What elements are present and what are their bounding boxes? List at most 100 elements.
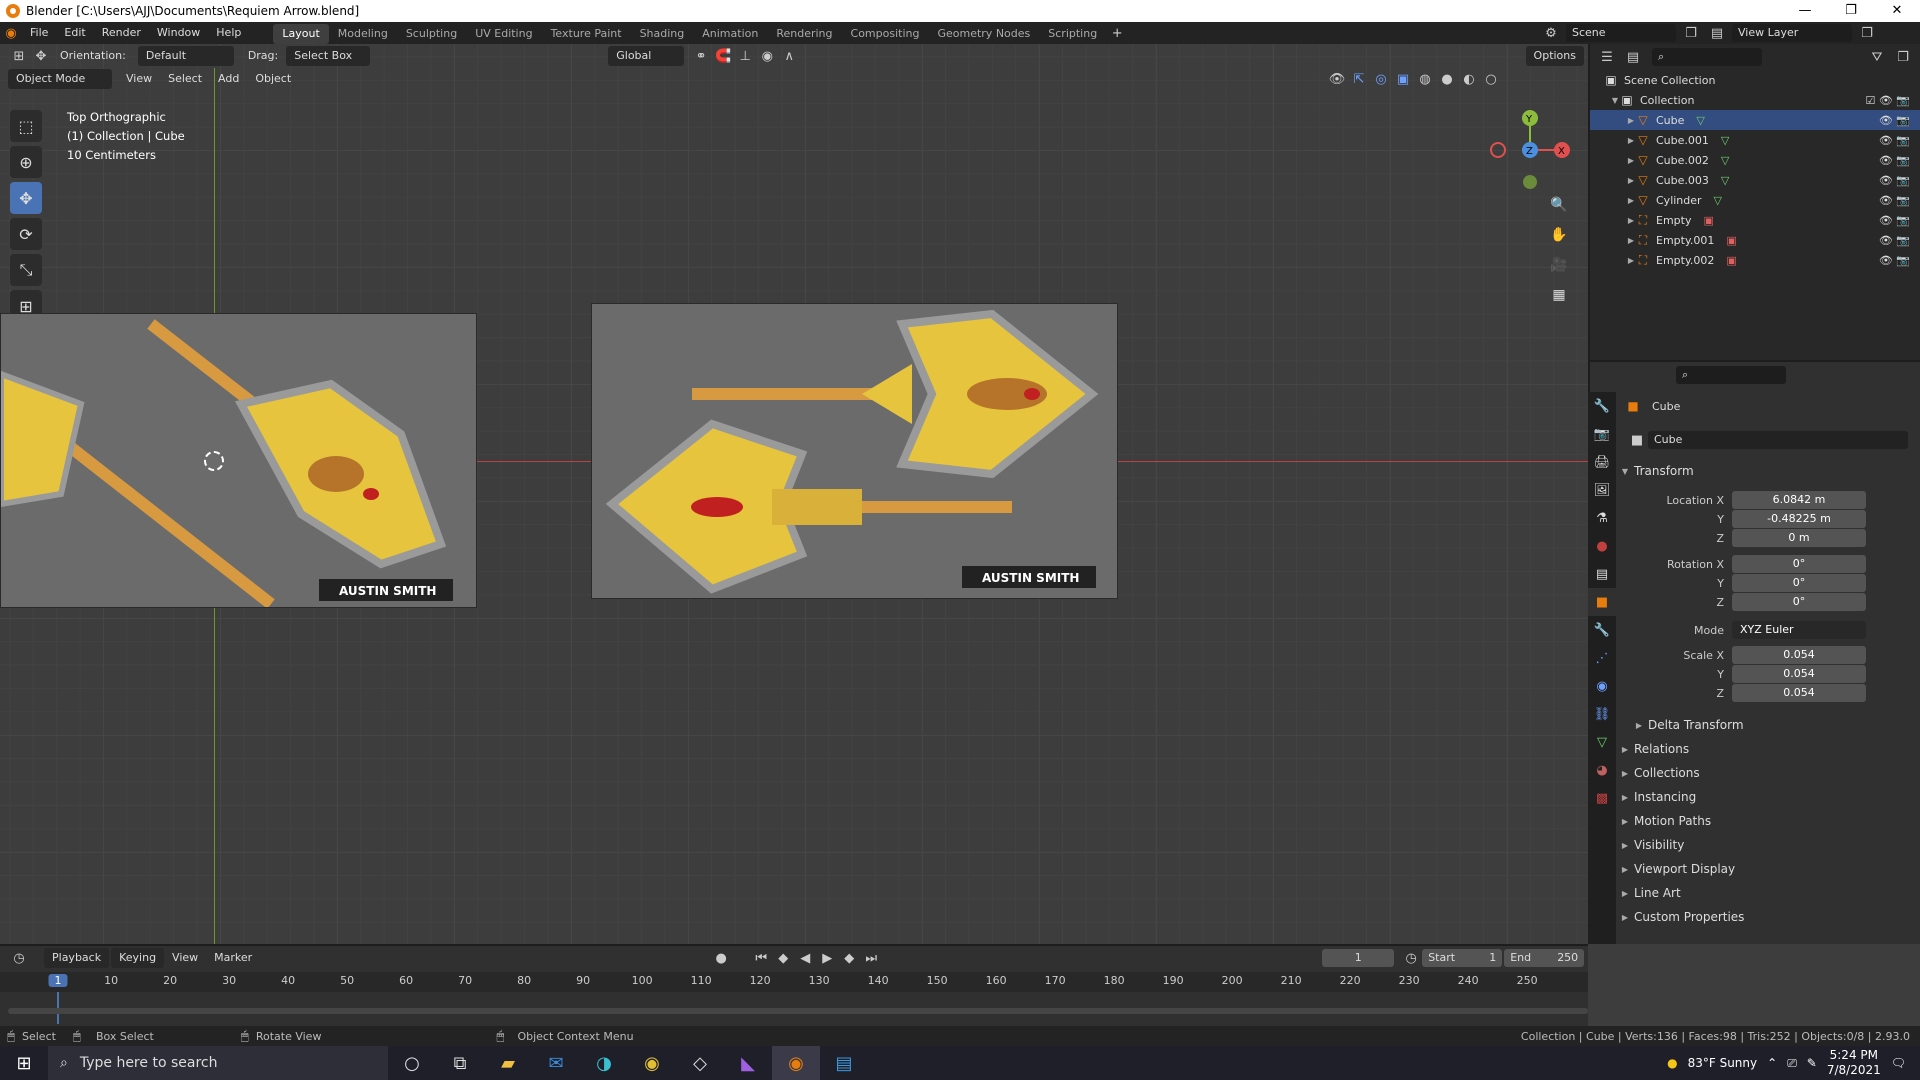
orientation-dropdown[interactable]: Default	[137, 46, 234, 66]
scene-field[interactable]: Scene	[1566, 24, 1676, 42]
view-layer-field[interactable]: View Layer	[1732, 24, 1852, 42]
particles-tab-icon[interactable]: ⋰	[1588, 644, 1616, 672]
expand-icon[interactable]: ▶	[1626, 196, 1636, 205]
rotate-tool-icon[interactable]: ⟳	[10, 218, 42, 250]
tab-uv-editing[interactable]: UV Editing	[466, 24, 541, 44]
tray-chevron-icon[interactable]: ⌃	[1767, 1056, 1777, 1070]
outliner-item[interactable]: ▶ ⛶ Empty ▣ 👁 📷	[1590, 210, 1920, 230]
tab-texture-paint[interactable]: Texture Paint	[542, 24, 631, 44]
navigation-gizmo[interactable]: Y X Z	[1480, 100, 1580, 200]
blender-taskbar-icon[interactable]: ◉	[772, 1046, 820, 1080]
outliner-item[interactable]: ▶ ▽ Cylinder ▽ 👁 📷	[1590, 190, 1920, 210]
constraints-tab-icon[interactable]: ⛓	[1588, 700, 1616, 728]
prev-key-icon[interactable]: ◆	[772, 948, 794, 968]
minimize-button[interactable]: —	[1782, 0, 1828, 22]
collection-row[interactable]: ▼ ▣ Collection ☑ 👁 📷	[1590, 90, 1920, 110]
menu-select[interactable]: Select	[160, 69, 210, 89]
property-panel-header[interactable]: ▶ Instancing	[1620, 786, 1916, 808]
clock-icon[interactable]: ◷	[1400, 948, 1422, 968]
tab-layout[interactable]: Layout	[273, 23, 329, 44]
reference-image-2[interactable]: AUSTIN SMITH	[591, 303, 1118, 599]
scene-collection-row[interactable]: ▣ Scene Collection	[1590, 70, 1920, 90]
property-panel-header[interactable]: ▶ Relations	[1620, 738, 1916, 760]
cortana-icon[interactable]: ○	[388, 1046, 436, 1080]
filter-icon[interactable]: ⛛	[1866, 47, 1888, 67]
reference-image-1[interactable]: AUSTIN SMITH	[0, 313, 477, 608]
scale-y-field[interactable]: 0.054	[1732, 665, 1866, 683]
solid-shading-icon[interactable]: ●	[1436, 69, 1458, 89]
modifier-tab-icon[interactable]: 🔧	[1588, 616, 1616, 644]
image-data-icon[interactable]: ▣	[1703, 214, 1713, 227]
pen-icon[interactable]: ✎	[1807, 1056, 1817, 1070]
timeline-ruler[interactable]: 1 10 20 30 40 50 60 70 80 90 100 110 120 130 140 150 160…	[0, 972, 1588, 992]
scale-tool-icon[interactable]: ⤡	[10, 254, 42, 286]
outliner-item[interactable]: ▶ ▽ Cube.002 ▽ 👁 📷	[1590, 150, 1920, 170]
playback-menu[interactable]: Playback	[44, 948, 110, 968]
property-panel-header[interactable]: ▶ Visibility	[1620, 834, 1916, 856]
collection-tab-icon[interactable]: ▤	[1588, 560, 1616, 588]
expand-icon[interactable]: ▶	[1626, 116, 1636, 125]
mesh-data-icon[interactable]: ▽	[1696, 114, 1704, 127]
material-shading-icon[interactable]: ◐	[1458, 69, 1480, 89]
expand-icon[interactable]: ▶	[1626, 256, 1636, 265]
texture-tab-icon[interactable]: ▩	[1588, 784, 1616, 812]
collection-visibility-icons[interactable]: ☑ 👁 📷	[1865, 94, 1910, 107]
mail-icon[interactable]: ✉	[532, 1046, 580, 1080]
outliner-item[interactable]: ▶ ▽ Cube.003 ▽ 👁 📷	[1590, 170, 1920, 190]
grid-perspective-icon[interactable]: ▦	[1546, 282, 1572, 308]
expand-icon[interactable]: ▶	[1626, 176, 1636, 185]
tool-tab-icon[interactable]: 🔧	[1588, 392, 1616, 420]
taskbar-search[interactable]: ⌕ Type here to search	[48, 1046, 388, 1080]
visibility-icons[interactable]: 👁 📷	[1879, 134, 1910, 147]
pivot-icon[interactable]: ⚭	[690, 46, 712, 66]
menu-add[interactable]: Add	[210, 69, 247, 89]
visibility-icons[interactable]: 👁 📷	[1879, 234, 1910, 247]
property-panel-header[interactable]: ▶ Line Art	[1620, 882, 1916, 904]
new-scene-icon[interactable]: ❐	[1680, 23, 1702, 43]
file-explorer-icon[interactable]: ▰	[484, 1046, 532, 1080]
weather-text[interactable]: 83°F Sunny	[1688, 1056, 1758, 1070]
visual-studio-icon[interactable]: ◣	[724, 1046, 772, 1080]
play-icon[interactable]: ▶	[816, 948, 838, 968]
property-panel-header[interactable]: ▶ Viewport Display	[1620, 858, 1916, 880]
material-tab-icon[interactable]: ◕	[1588, 756, 1616, 784]
view-layer-tab-icon[interactable]: 🖼	[1588, 476, 1616, 504]
mode-dropdown[interactable]: Object Mode	[8, 69, 112, 89]
tab-modeling[interactable]: Modeling	[329, 24, 397, 44]
rendered-shading-icon[interactable]: ○	[1480, 69, 1502, 89]
jump-start-icon[interactable]: ⏮	[750, 948, 772, 968]
falloff-icon[interactable]: ∧	[778, 46, 800, 66]
proportional-edit-icon[interactable]: ◉	[756, 46, 778, 66]
new-collection-icon[interactable]: ❐	[1892, 47, 1914, 67]
keying-menu[interactable]: Keying	[111, 948, 165, 968]
delta-transform-header[interactable]: ▶ Delta Transform	[1620, 714, 1916, 736]
play-reverse-icon[interactable]: ◀	[794, 948, 816, 968]
tab-animation[interactable]: Animation	[693, 24, 767, 44]
task-view-icon[interactable]: ⧉	[436, 1046, 484, 1080]
snap-target-icon[interactable]: ⊥	[734, 46, 756, 66]
visibility-icons[interactable]: 👁 📷	[1879, 114, 1910, 127]
pan-hand-icon[interactable]: ✋	[1546, 222, 1572, 248]
object-name-field[interactable]: Cube	[1648, 431, 1908, 449]
snap-icon[interactable]: 🧲	[712, 46, 734, 66]
rotation-mode-dropdown[interactable]: XYZ Euler	[1732, 621, 1866, 639]
next-key-icon[interactable]: ◆	[838, 948, 860, 968]
move-tool-icon[interactable]: ✥	[10, 182, 42, 214]
location-x-field[interactable]: 6.0842 m	[1732, 491, 1866, 509]
zoom-icon[interactable]: 🔍	[1546, 192, 1572, 218]
overlay-toggle-icon[interactable]: ◎	[1370, 69, 1392, 89]
visibility-icons[interactable]: 👁 📷	[1879, 214, 1910, 227]
scale-x-field[interactable]: 0.054	[1732, 646, 1866, 664]
close-button[interactable]: ✕	[1874, 0, 1920, 22]
rotation-y-field[interactable]: 0°	[1732, 574, 1866, 592]
rotation-z-field[interactable]: 0°	[1732, 593, 1866, 611]
mesh-data-icon[interactable]: ▽	[1721, 174, 1729, 187]
current-frame-field[interactable]: 1	[1322, 949, 1395, 967]
world-tab-icon[interactable]: ●	[1588, 532, 1616, 560]
tab-scripting[interactable]: Scripting	[1039, 24, 1106, 44]
menu-window[interactable]: Window	[149, 22, 208, 44]
outliner-search[interactable]: ⌕	[1652, 48, 1762, 66]
timeline-scrollbar[interactable]	[8, 1008, 1588, 1014]
scale-z-field[interactable]: 0.054	[1732, 684, 1866, 702]
visibility-icons[interactable]: 👁 📷	[1879, 254, 1910, 267]
